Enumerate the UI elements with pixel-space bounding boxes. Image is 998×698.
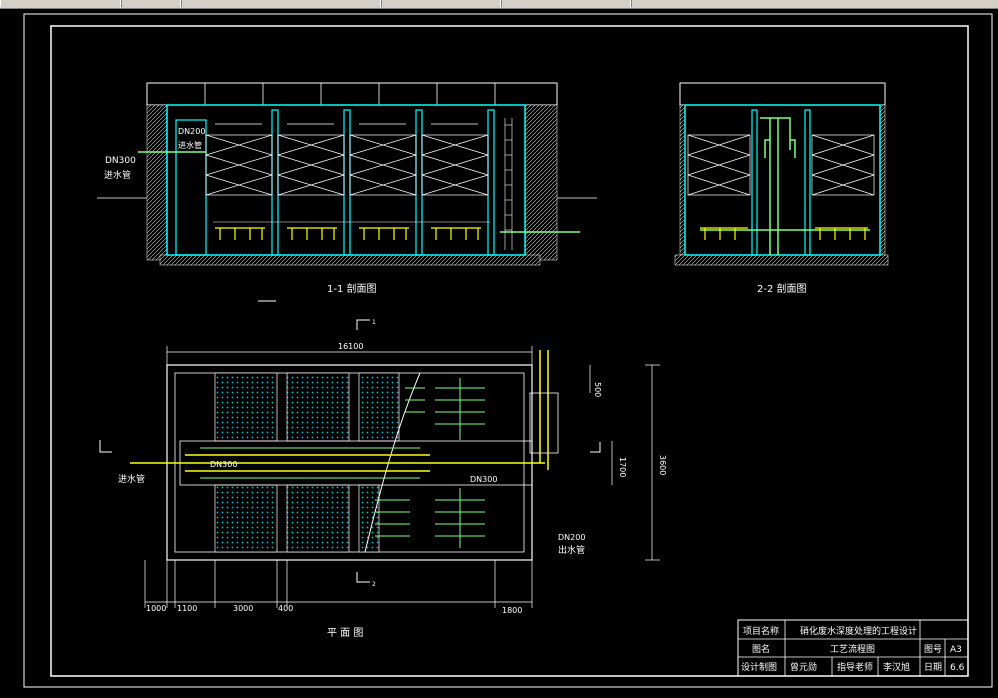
plan-dn200-label: DN200: [558, 533, 585, 542]
designer-value: 曾元勋: [790, 661, 817, 673]
drawing-name-value: 工艺流程图: [830, 643, 875, 655]
section-1-1: DN300 进水管 DN200 进水管 1-1 剖面图: [97, 82, 597, 302]
media-block: [214, 484, 278, 553]
cad-drawing-canvas[interactable]: DN300 进水管 DN200 进水管 1-1 剖面图 2-2 剖面图 1610…: [0, 8, 998, 694]
media-frame: [205, 134, 273, 196]
section-marker-1: 1: [372, 319, 376, 326]
aerator-grid: [215, 227, 481, 240]
dim-total-length: 16100: [338, 342, 363, 351]
plan-inlet-label: 进水管: [118, 473, 145, 485]
advisor-value: 李汉旭: [883, 661, 910, 673]
media-frame: [421, 134, 489, 196]
drawing-number-label: 图号: [924, 644, 942, 655]
section-2-2-title: 2-2 剖面图: [757, 282, 807, 295]
media-frame: [349, 134, 417, 196]
toolbar-segment[interactable]: [180, 0, 382, 7]
toolbar-segment[interactable]: [500, 0, 632, 7]
date-value: 6.6: [950, 663, 965, 673]
designer-label: 设计制图: [741, 661, 777, 673]
dim-3600: 3600: [658, 455, 667, 475]
outlet-pipe-label: 出水管: [558, 544, 585, 556]
title-block: 项目名称 硝化废水深度处理的工程设计 图名 工艺流程图 图号 A3 设计制图 曾…: [737, 619, 969, 677]
date-label: 日期: [924, 662, 942, 673]
plan-view: 16100 500 1700 3600 1000 1100 3000 400 1…: [99, 319, 667, 639]
drawing-number-value: A3: [950, 645, 962, 655]
section-1-1-title: 1-1 剖面图: [327, 282, 377, 295]
center-riser-pipes: [700, 117, 870, 255]
media-block: [358, 372, 400, 442]
plan-dn300-a: DN300: [210, 460, 237, 469]
project-value: 硝化废水深度处理的工程设计: [800, 625, 917, 637]
section-2-2: 2-2 剖面图: [674, 82, 889, 295]
cad-drawing: DN300 进水管 DN200 进水管 1-1 剖面图 2-2 剖面图 1610…: [23, 13, 993, 688]
drawing-frame: [23, 13, 993, 688]
toolbar-segment[interactable]: [0, 0, 122, 7]
dim-1000: 1000: [146, 604, 166, 613]
dim-400: 400: [278, 604, 293, 613]
inlet-dn200-text: 进水管: [178, 140, 202, 150]
section-marker-2: 2: [372, 581, 376, 588]
media-block: [358, 484, 380, 553]
media-block: [214, 372, 278, 442]
media-block: [286, 484, 350, 553]
media-block: [286, 372, 350, 442]
plan-dn300-b: DN300: [470, 475, 497, 484]
media-frame: [687, 134, 751, 196]
plan-title: 平 面 图: [327, 627, 363, 639]
dim-500: 500: [593, 382, 602, 397]
inlet-dn300-label: DN300: [105, 156, 136, 166]
media-frame: [277, 134, 345, 196]
advisor-label: 指导老师: [837, 661, 873, 673]
inlet-pipe-label: 进水管: [104, 169, 131, 181]
toolbar-segment[interactable]: [380, 0, 502, 7]
toolbar-segment[interactable]: [630, 0, 998, 7]
toolbar-segment[interactable]: [120, 0, 182, 7]
drawing-name-label: 图名: [752, 643, 770, 655]
dim-1800: 1800: [502, 606, 522, 615]
project-label: 项目名称: [743, 625, 779, 637]
dim-1700: 1700: [618, 457, 627, 477]
dim-3000: 3000: [233, 604, 253, 613]
dim-1100: 1100: [177, 604, 197, 613]
media-frame: [811, 134, 875, 196]
inlet-dn200-label: DN200: [178, 127, 205, 136]
